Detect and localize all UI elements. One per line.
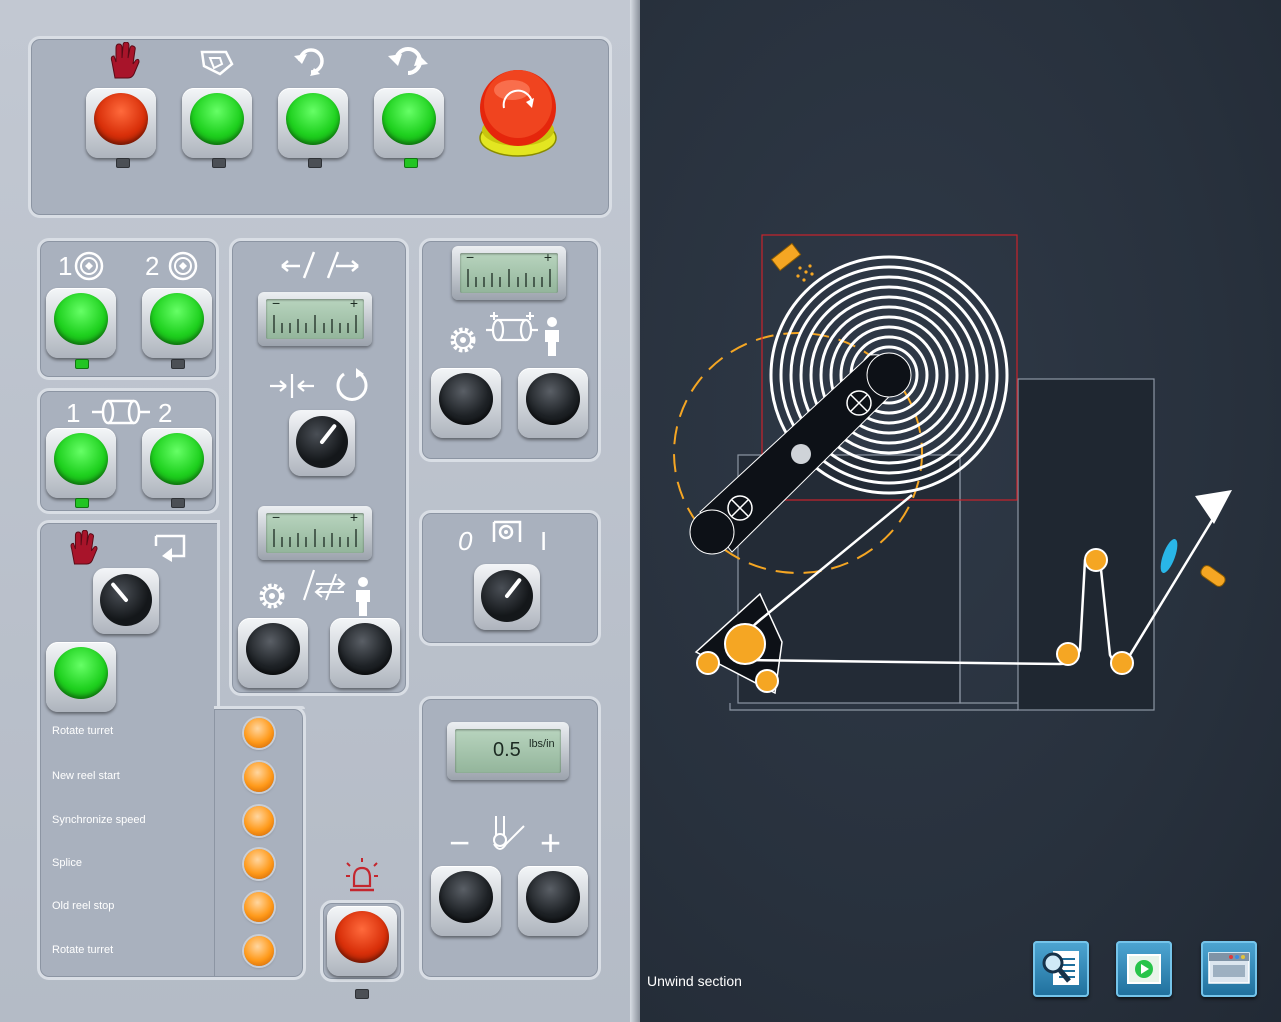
- panel-edge: [630, 0, 640, 1022]
- jog-reverse-led: [212, 158, 226, 168]
- gear-icon: [259, 583, 285, 609]
- return-screen-icon: [154, 534, 186, 562]
- document-zoom-icon: [1042, 951, 1079, 985]
- splice-jog-left-button[interactable]: [238, 618, 308, 688]
- tension-decrease-button[interactable]: [431, 866, 501, 936]
- hand-stop-icon: [70, 530, 98, 565]
- sequence-label-synchronize-speed: Synchronize speed: [52, 814, 146, 826]
- section-label: Unwind section: [647, 973, 742, 989]
- core-right: [866, 352, 912, 398]
- cut-direction-icon: [302, 569, 346, 601]
- roll-2-button[interactable]: [142, 428, 212, 498]
- splice-lamp: [244, 849, 274, 879]
- roller-icon: [486, 312, 538, 342]
- rotate-ccw-led: [308, 158, 322, 168]
- alarm-reset-button[interactable]: [327, 906, 397, 976]
- drive-speed-meter: − +: [452, 246, 566, 300]
- emergency-stop-button[interactable]: [476, 68, 560, 162]
- splice-roller-right: [755, 669, 779, 693]
- rotate-left-icon: [200, 50, 234, 76]
- reel-2-led: [171, 359, 185, 369]
- splice-roller-left: [696, 651, 720, 675]
- machine-overview-button[interactable]: [1201, 941, 1257, 997]
- rotate-cw-button[interactable]: [374, 88, 444, 158]
- roll-1-button[interactable]: [46, 428, 116, 498]
- sequence-label-new-reel-start: New reel start: [52, 770, 120, 782]
- operator-icon: [356, 577, 370, 616]
- hand-stop-icon: [110, 42, 140, 79]
- idler-roller-1: [1056, 642, 1080, 666]
- operator-icon: [545, 317, 559, 356]
- tension-increase-button[interactable]: [518, 866, 588, 936]
- rotate-icon: [336, 368, 368, 401]
- splice-roller-main: [724, 623, 766, 665]
- splice-speed-meter: − +: [258, 506, 372, 560]
- roll-1-label: 1: [66, 398, 81, 428]
- sequence-mode-knob[interactable]: [93, 568, 159, 634]
- stop-led: [116, 158, 130, 168]
- tension-value: 0.5: [493, 739, 521, 761]
- rotate-ccw-button[interactable]: [278, 88, 348, 158]
- reel-1-icon: [74, 251, 104, 281]
- sequence-label-rotate-turret: Rotate turret: [52, 725, 114, 737]
- rotate-cw-led: [404, 158, 418, 168]
- stop-button[interactable]: [86, 88, 156, 158]
- jog-reverse-button[interactable]: [182, 88, 252, 158]
- new-reel-start-lamp: [244, 762, 274, 792]
- play-screen-button[interactable]: [1116, 941, 1172, 997]
- tension-plus-label: +: [540, 822, 562, 863]
- mode-off-label: 0: [458, 526, 473, 556]
- core-left: [689, 509, 735, 555]
- gear-icon: [450, 327, 476, 353]
- play-screen-icon: [1127, 954, 1161, 984]
- idler-roller-3: [1110, 651, 1134, 675]
- web-direction-arrow: [1195, 490, 1232, 524]
- spray-nozzle-icon: [770, 242, 814, 282]
- sequence-label-rotate-turret-final: Rotate turret: [52, 944, 114, 956]
- reel-2-button[interactable]: [142, 288, 212, 358]
- rotate-turret-lamp: [244, 718, 274, 748]
- rotate-cw-icon: [388, 47, 428, 75]
- roll-icon: [92, 399, 150, 425]
- reel-2-label: 2: [145, 251, 160, 281]
- sequence-start-button[interactable]: [46, 642, 116, 712]
- synchronize-speed-lamp: [244, 806, 274, 836]
- sequence-label-splice: Splice: [52, 857, 82, 869]
- tension-unit: lbs/in: [529, 738, 555, 750]
- alarm-icon: [346, 858, 378, 892]
- mode-target-icon: [492, 520, 522, 542]
- tension-display: 0.5 lbs/in: [447, 722, 569, 780]
- machine-overview-icon: [1208, 952, 1250, 984]
- splice-mode-knob[interactable]: [289, 410, 355, 476]
- roll-2-led: [171, 498, 185, 508]
- compress-icon: [270, 374, 314, 398]
- mode-selector-knob[interactable]: [474, 564, 540, 630]
- reel-2-icon: [168, 251, 198, 281]
- unwind-diagram: [673, 234, 1232, 711]
- drive-jog-button[interactable]: [431, 368, 501, 438]
- mode-on-label: I: [540, 526, 548, 556]
- tension-roller-icon: [493, 816, 525, 850]
- tension-minus-label: −: [449, 822, 471, 863]
- reel-1-label: 1: [58, 251, 73, 281]
- splice-jog-right-button[interactable]: [330, 618, 400, 688]
- web-sensor-icon: [1160, 538, 1178, 574]
- rotate-ccw-icon: [294, 48, 324, 76]
- roll-1-led: [75, 498, 89, 508]
- rotate-turret-final-lamp: [244, 936, 274, 966]
- reel-1-led: [75, 359, 89, 369]
- idler-roller-2: [1084, 548, 1108, 572]
- sequence-label-old-reel-stop: Old reel stop: [52, 900, 115, 912]
- document-zoom-button[interactable]: [1033, 941, 1089, 997]
- old-reel-stop-lamp: [244, 892, 274, 922]
- alarm-led: [355, 989, 369, 999]
- drive-manual-button[interactable]: [518, 368, 588, 438]
- reel-1-button[interactable]: [46, 288, 116, 358]
- splice-direction-icon: [281, 251, 359, 279]
- edge-sensor-icon: [1200, 565, 1226, 587]
- roll-2-label: 2: [158, 398, 173, 428]
- splice-position-meter: − +: [258, 292, 372, 346]
